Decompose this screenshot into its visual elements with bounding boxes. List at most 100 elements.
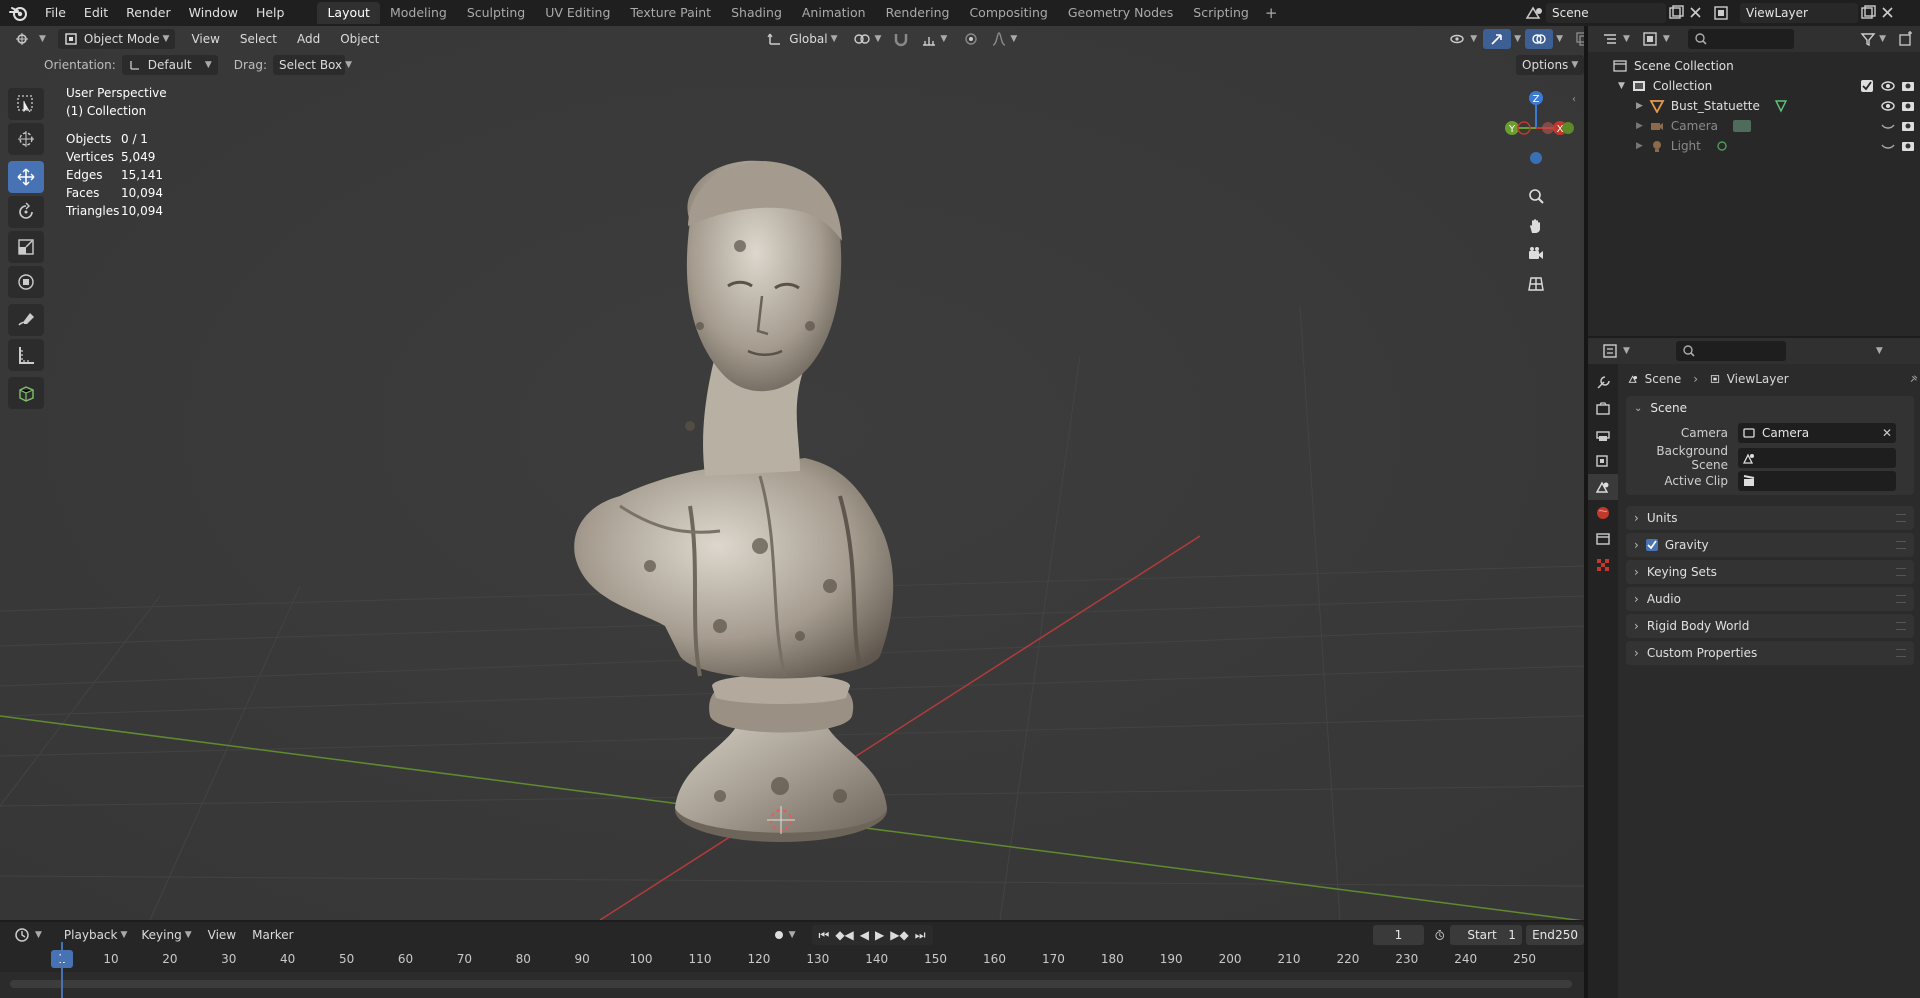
annotate-tool[interactable] [8, 304, 44, 336]
mesh-data-icon[interactable] [1774, 99, 1788, 113]
tab-tool[interactable] [1588, 370, 1618, 396]
jump-to-end-icon[interactable]: ⏭ [912, 928, 929, 943]
ortho-toggle-button[interactable] [1522, 270, 1550, 298]
rotate-tool[interactable] [8, 196, 44, 228]
clear-field-icon[interactable]: ✕ [1882, 426, 1892, 440]
tab-view-layer[interactable] [1588, 448, 1618, 474]
xray-toggle[interactable] [1569, 29, 1584, 49]
panel-drag-handle[interactable] [1896, 622, 1906, 630]
eye-icon[interactable] [1880, 79, 1896, 93]
marker-menu[interactable]: Marker [246, 925, 299, 945]
camera-field[interactable]: Camera ✕ [1738, 422, 1896, 443]
gizmo-toggle[interactable] [1483, 29, 1512, 49]
transform-orientation-dropdown[interactable]: Global ▼ [761, 29, 843, 49]
rigid-body-world-panel[interactable]: › Rigid Body World [1626, 614, 1914, 638]
scene-panel-header[interactable]: ⌄ Scene [1626, 396, 1914, 420]
overlays-toggle[interactable] [1525, 29, 1554, 49]
custom-properties-panel[interactable]: › Custom Properties [1626, 641, 1914, 665]
current-frame-field[interactable]: 1 [1372, 925, 1425, 945]
expand-arrow-icon[interactable]: ▶ [1636, 121, 1643, 131]
proportional-edit-toggle[interactable] [957, 29, 985, 49]
play-reverse-icon[interactable]: ◀ [857, 928, 872, 942]
cursor-tool[interactable] [8, 123, 44, 155]
properties-editor-type[interactable]: ▼ [1596, 341, 1636, 361]
duplicate-layer-icon[interactable] [1858, 4, 1878, 22]
timeline-editor-type[interactable]: ▼ [8, 925, 48, 945]
tab-uv-editing[interactable]: UV Editing [535, 2, 620, 24]
units-panel[interactable]: › Units [1626, 506, 1914, 530]
proportional-falloff-dropdown[interactable]: ▼ [985, 29, 1023, 49]
menu-add[interactable]: Add [291, 29, 326, 49]
pivot-point-dropdown[interactable]: ▼ [847, 29, 887, 49]
tab-scene[interactable] [1588, 474, 1618, 500]
add-cube-tool[interactable] [8, 377, 44, 409]
menu-edit[interactable]: Edit [75, 0, 117, 26]
jump-to-keyframe-forward-icon[interactable]: ▶◆ [887, 928, 911, 942]
menu-help[interactable]: Help [247, 0, 294, 26]
tab-geometry-nodes[interactable]: Geometry Nodes [1058, 2, 1183, 24]
add-workspace-button[interactable]: + [1259, 4, 1284, 22]
measure-tool[interactable] [8, 339, 44, 371]
eye-closed-icon[interactable] [1880, 119, 1896, 133]
tab-output[interactable] [1588, 422, 1618, 448]
filter-dropdown[interactable]: ▼ [1854, 29, 1892, 49]
outliner-scene-collection[interactable]: Scene Collection [1588, 56, 1920, 76]
outliner-item-bust-statuette[interactable]: ▶ Bust_Statuette [1588, 96, 1920, 116]
scale-tool[interactable] [8, 231, 44, 263]
sidebar-toggle-icon[interactable]: ‹ [1572, 94, 1576, 105]
checkbox-icon[interactable] [1860, 79, 1874, 93]
drag-dropdown[interactable]: Select Box ▼ [272, 55, 352, 75]
gravity-panel[interactable]: › Gravity [1626, 533, 1914, 557]
orientation-dropdown[interactable]: Default ▼ [121, 55, 218, 75]
render-camera-icon[interactable] [1900, 99, 1916, 113]
transform-tool[interactable] [8, 266, 44, 298]
timeline-scrollbar[interactable] [10, 980, 1572, 988]
active-clip-field[interactable] [1738, 470, 1896, 491]
scene-name-field[interactable]: Scene [1546, 3, 1666, 23]
tab-world[interactable] [1588, 500, 1618, 526]
tab-compositing[interactable]: Compositing [959, 2, 1057, 24]
frame-ruler[interactable]: 1 10203040506070809010011012013014015016… [0, 948, 1584, 972]
view-layer-field[interactable]: ViewLayer [1740, 3, 1858, 23]
properties-search-input[interactable] [1675, 341, 1786, 361]
delete-layer-icon[interactable] [1878, 4, 1898, 22]
editor-type-button[interactable]: ▼ [8, 29, 52, 49]
visibility-selectability-dropdown[interactable]: ▼ [1443, 29, 1483, 49]
jump-to-keyframe-back-icon[interactable]: ◆◀ [832, 928, 856, 942]
panel-drag-handle[interactable] [1896, 541, 1906, 549]
keying-menu[interactable]: Keying ▼ [135, 925, 197, 945]
outliner-item-camera[interactable]: ▶ Camera [1588, 116, 1920, 136]
outliner-item-light[interactable]: ▶ Light [1588, 136, 1920, 156]
expand-arrow-icon[interactable]: ▼ [1618, 81, 1625, 91]
mode-dropdown[interactable]: Object Mode ▼ [57, 29, 176, 49]
tab-layout[interactable]: Layout [317, 2, 380, 24]
tab-texture[interactable] [1588, 552, 1618, 578]
tab-rendering[interactable]: Rendering [876, 2, 960, 24]
end-frame-field[interactable]: End 250 [1525, 925, 1584, 945]
jump-to-start-icon[interactable]: ⏮ [816, 928, 833, 943]
tab-animation[interactable]: Animation [792, 2, 876, 24]
timeline-track-area[interactable] [0, 972, 1584, 998]
tab-collection[interactable] [1588, 526, 1618, 552]
gravity-checkbox-icon[interactable] [1645, 538, 1659, 552]
menu-window[interactable]: Window [180, 0, 247, 26]
panel-drag-handle[interactable] [1896, 595, 1906, 603]
pin-icon[interactable] [1909, 372, 1918, 386]
panel-drag-handle[interactable] [1896, 568, 1906, 576]
snap-toggle[interactable] [887, 29, 915, 49]
menu-file[interactable]: File [36, 0, 75, 26]
gizmo-chevron-icon[interactable]: ▼ [1514, 34, 1521, 44]
viewport-canvas[interactable] [0, 26, 1584, 920]
duplicate-scene-icon[interactable] [1666, 4, 1686, 22]
delete-scene-icon[interactable] [1686, 4, 1706, 22]
outliner-search-input[interactable] [1687, 29, 1795, 49]
3d-viewport[interactable]: ▼ Object Mode ▼ View Select Add Object G… [0, 26, 1584, 920]
render-camera-icon[interactable] [1900, 119, 1916, 133]
display-mode-dropdown[interactable]: ▼ [1636, 29, 1676, 49]
background-scene-field[interactable] [1738, 447, 1896, 468]
menu-select[interactable]: Select [234, 29, 283, 49]
preview-range-stopwatch-icon[interactable] [1434, 926, 1446, 944]
timeline-view-menu[interactable]: View [202, 925, 242, 945]
auto-keying-toggle[interactable]: ▼ [766, 925, 802, 945]
tab-shading[interactable]: Shading [721, 2, 792, 24]
